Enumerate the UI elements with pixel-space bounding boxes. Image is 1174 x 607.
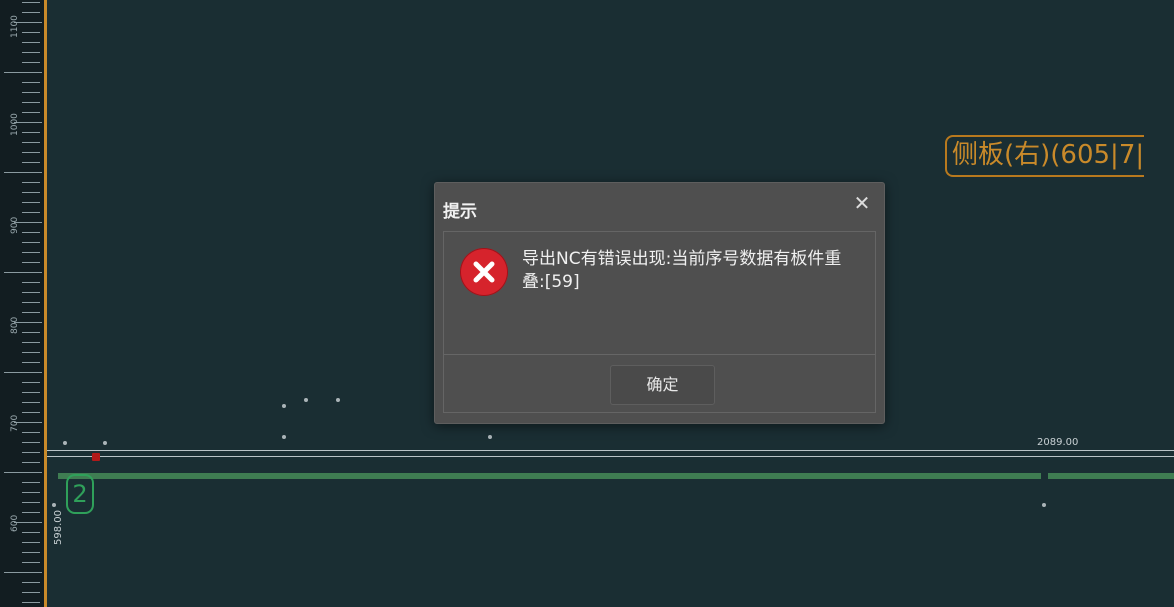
ruler-tick	[22, 232, 40, 233]
part-badge[interactable]: 2	[66, 474, 94, 514]
ruler-label: 600	[10, 514, 20, 532]
ruler-tick	[4, 272, 42, 273]
ruler-tick	[22, 262, 40, 263]
ruler-tick	[22, 162, 40, 163]
ruler-tick	[22, 142, 40, 143]
ruler-tick	[22, 412, 40, 413]
board-edge-left	[58, 473, 1041, 479]
ruler-tick	[22, 102, 40, 103]
ruler-tick	[22, 332, 40, 333]
board-edge-right	[1048, 473, 1174, 479]
ruler-tick	[22, 242, 40, 243]
ruler-tick	[22, 492, 40, 493]
dimension-label-left: 598.00	[53, 510, 64, 545]
ruler-label: 1100	[10, 15, 20, 38]
ruler-label: 900	[10, 216, 20, 234]
ruler-tick	[22, 452, 40, 453]
point-marker	[52, 503, 56, 507]
ruler-tick	[22, 582, 40, 583]
ruler-tick	[22, 342, 40, 343]
ruler-tick	[22, 152, 40, 153]
point-marker	[282, 435, 286, 439]
ruler-tick	[4, 472, 42, 473]
guide-line-top	[47, 450, 1174, 451]
ruler-tick	[22, 462, 40, 463]
ruler-tick	[22, 62, 40, 63]
alert-dialog: 提示 ✕ 导出NC有错误出现:当前序号数据有板件重叠:[59] 确定	[434, 182, 885, 424]
error-icon	[460, 248, 508, 296]
dialog-message: 导出NC有错误出现:当前序号数据有板件重叠:[59]	[522, 249, 842, 292]
ruler-tick	[22, 602, 40, 603]
ruler-tick	[22, 442, 40, 443]
ruler-tick	[4, 172, 42, 173]
ruler-tick	[22, 312, 40, 313]
ruler-tick	[22, 132, 40, 133]
ruler-tick	[22, 382, 40, 383]
dialog-title: 提示	[443, 202, 477, 222]
ruler-tick	[22, 402, 40, 403]
ruler-tick	[22, 212, 40, 213]
ruler-label: 700	[10, 414, 20, 432]
ruler-tick	[22, 482, 40, 483]
panel-label[interactable]: 侧板(右)(605|7|	[945, 135, 1145, 177]
ruler-tick	[4, 372, 42, 373]
point-marker	[103, 441, 107, 445]
guide-line-bottom	[47, 456, 1174, 457]
ruler-tick	[22, 512, 40, 513]
point-marker	[304, 398, 308, 402]
ruler-tick	[4, 72, 42, 73]
ruler-tick	[22, 52, 40, 53]
dialog-body: 导出NC有错误出现:当前序号数据有板件重叠:[59] 确定	[443, 231, 876, 413]
ruler-tick	[22, 92, 40, 93]
ruler-tick	[22, 532, 40, 533]
ruler-tick	[22, 592, 40, 593]
ok-button[interactable]: 确定	[610, 365, 715, 405]
selected-point[interactable]	[92, 453, 100, 461]
ruler-tick	[22, 112, 40, 113]
ruler-tick	[22, 252, 40, 253]
ruler-tick	[22, 82, 40, 83]
ruler-tick	[22, 292, 40, 293]
ruler-tick	[22, 2, 40, 3]
ruler-tick	[22, 192, 40, 193]
point-marker	[336, 398, 340, 402]
ruler-tick	[22, 392, 40, 393]
point-marker	[488, 435, 492, 439]
ruler-tick	[22, 182, 40, 183]
ruler-tick	[22, 552, 40, 553]
ruler-tick	[22, 432, 40, 433]
close-icon[interactable]: ✕	[852, 193, 872, 213]
ruler-tick	[22, 542, 40, 543]
ruler-tick	[22, 282, 40, 283]
point-marker	[63, 441, 67, 445]
ruler-tick	[22, 302, 40, 303]
ruler-label: 800	[10, 316, 20, 334]
point-marker	[282, 404, 286, 408]
ruler-tick	[22, 362, 40, 363]
dialog-divider	[444, 354, 875, 355]
ruler-tick	[22, 352, 40, 353]
dimension-label-right: 2089.00	[1037, 437, 1079, 448]
ruler-tick	[22, 42, 40, 43]
ruler-tick	[4, 572, 42, 573]
ruler-tick	[22, 502, 40, 503]
ruler-tick	[22, 562, 40, 563]
vertical-ruler: 1100 1000 900 800 700 600	[0, 0, 44, 607]
ruler-tick	[22, 12, 40, 13]
ruler-tick	[22, 202, 40, 203]
point-marker	[1042, 503, 1046, 507]
ruler-tick	[22, 32, 40, 33]
ruler-label: 1000	[10, 113, 20, 136]
